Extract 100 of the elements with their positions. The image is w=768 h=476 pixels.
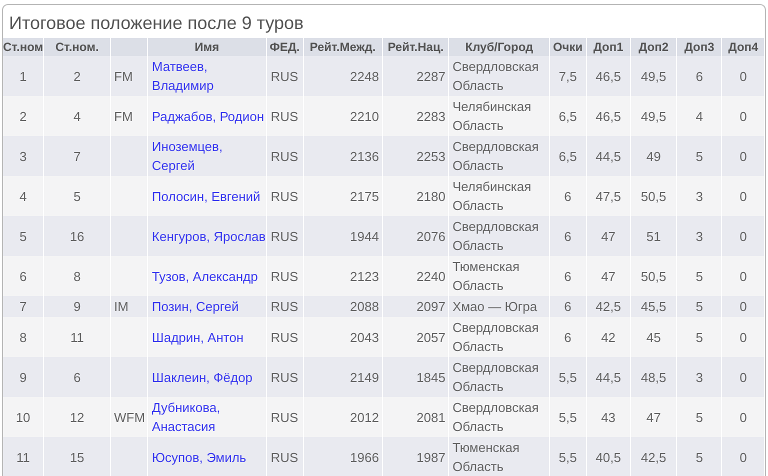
rating-cell-text: 2081 — [416, 408, 446, 426]
player-name-link[interactable]: Шадрин, Антон — [152, 328, 244, 346]
standings-title: Итоговое положение после 9 туров — [8, 12, 305, 35]
start-number-cell-text: 6 — [73, 368, 81, 386]
federation-cell-text: RUS — [270, 268, 298, 286]
tiebreak-cell-text: 44,5 — [596, 368, 621, 386]
tiebreak-cell-text: 46,5 — [596, 68, 621, 86]
tiebreak-cell-text: 47 — [646, 408, 661, 426]
player-name-link[interactable]: Тузов, Александр — [152, 266, 258, 286]
rank-cell-text: 7 — [19, 298, 27, 316]
tiebreak-cell-text: 51 — [646, 228, 661, 246]
column-header: Ст.ном. — [55, 40, 99, 54]
tiebreak-cell-text: 49,5 — [640, 68, 666, 86]
tiebreak-cell-text: 5 — [696, 328, 703, 346]
player-name-link[interactable]: Шаклеин, Фёдор — [152, 368, 253, 386]
tiebreak-cell-text: 47 — [601, 268, 616, 286]
points-cell-text: 6 — [564, 188, 572, 206]
column-header: Рейт.Межд. — [310, 40, 376, 54]
tiebreak-cell-text: 0 — [740, 68, 747, 86]
tiebreak-cell-text: 47 — [601, 228, 616, 246]
column-header: Доп3 — [684, 40, 714, 54]
start-number-cell-text: 15 — [70, 448, 84, 466]
tiebreak-cell-text: 42,5 — [640, 448, 666, 466]
federation-cell-text: RUS — [270, 448, 298, 466]
points-cell-text: 6,5 — [558, 108, 577, 126]
tiebreak-cell-text: 3 — [696, 368, 703, 386]
rank-cell-text: 11 — [16, 448, 30, 466]
rating-cell-text: 2057 — [416, 328, 446, 346]
tiebreak-cell-text: 48,5 — [640, 368, 666, 386]
start-number-cell-text: 12 — [70, 408, 84, 426]
player-name-link[interactable]: Раджабов, Родион — [152, 106, 264, 126]
tiebreak-cell-text: 5 — [696, 298, 703, 316]
tiebreak-cell-text: 0 — [740, 228, 747, 246]
federation-cell-text: RUS — [270, 298, 298, 316]
tiebreak-cell-text: 5 — [696, 148, 703, 166]
rank-cell-text: 5 — [19, 228, 27, 246]
column-header: Доп2 — [638, 40, 669, 54]
club-cell-text: Хмао — Югра — [452, 298, 538, 316]
club-cell-text: Свердловская Область — [452, 359, 540, 396]
club-cell-text: Тюменская Область — [452, 439, 521, 476]
rating-cell-text: 2123 — [350, 268, 379, 286]
rating-cell-text: 2076 — [416, 228, 446, 246]
column-header: Ст.ном — [3, 40, 44, 54]
rank-cell-text: 4 — [19, 188, 27, 206]
tiebreak-cell-text: 0 — [740, 328, 747, 346]
federation-cell-text: RUS — [270, 188, 298, 206]
points-cell-text: 6 — [564, 328, 572, 346]
rating-cell-text: 2088 — [350, 298, 379, 316]
rank-cell-text: 2 — [19, 108, 27, 126]
start-number-cell-text: 16 — [70, 228, 84, 246]
federation-cell-text: RUS — [270, 228, 298, 246]
tiebreak-cell-text: 0 — [740, 148, 747, 166]
tiebreak-cell-text: 46,5 — [596, 108, 621, 126]
player-name-link[interactable]: Полосин, Евгений — [152, 186, 260, 206]
column-header: Доп4 — [728, 40, 758, 54]
rating-cell-text: 2097 — [416, 298, 446, 316]
tiebreak-cell-text: 5 — [696, 268, 703, 286]
federation-cell-text: RUS — [270, 328, 298, 346]
points-cell-text: 7,5 — [558, 68, 577, 86]
points-cell-text: 6 — [564, 268, 572, 286]
tiebreak-cell-text: 0 — [740, 268, 747, 286]
tiebreak-cell-text: 4 — [696, 108, 703, 126]
points-cell-text: 6,5 — [558, 148, 577, 166]
club-cell-text: Свердловская Область — [452, 58, 540, 95]
rating-cell-text: 2175 — [350, 188, 379, 206]
tiebreak-cell-text: 42 — [601, 328, 616, 346]
tiebreak-cell-text: 40,5 — [596, 448, 621, 466]
club-cell-text: Свердловская Область — [452, 319, 540, 356]
column-header: ФЕД. — [270, 40, 300, 54]
tiebreak-cell-text: 49 — [646, 148, 661, 166]
player-name-link[interactable]: Иноземцев, Сергей — [152, 137, 266, 175]
player-name-link[interactable]: Позин, Сергей — [152, 297, 239, 316]
column-header: Очки — [552, 40, 583, 54]
title-cell-text: WFM — [114, 408, 146, 426]
tiebreak-cell-text: 0 — [740, 188, 747, 206]
title-cell-text: FM — [114, 68, 133, 86]
tiebreak-cell-text: 0 — [740, 108, 747, 126]
rank-cell-text: 3 — [19, 148, 27, 166]
start-number-cell-text: 2 — [73, 68, 81, 86]
rating-cell-text: 2253 — [416, 148, 446, 166]
rating-cell-text: 2240 — [416, 268, 446, 286]
rank-cell-text: 9 — [19, 368, 27, 386]
player-name-link[interactable]: Матвеев, Владимир — [152, 57, 266, 95]
rating-cell-text: 1966 — [350, 448, 379, 466]
title-cell-text: IM — [114, 298, 128, 316]
player-name-link[interactable]: Юсупов, Эмиль — [152, 448, 246, 466]
rating-cell-text: 1987 — [416, 448, 446, 466]
tiebreak-cell-text: 3 — [696, 188, 703, 206]
tiebreak-cell-text: 0 — [740, 298, 747, 316]
start-number-cell-text: 7 — [73, 148, 81, 166]
tiebreak-cell-text: 3 — [696, 228, 703, 246]
player-name-link[interactable]: Дубникова, Анастасия — [152, 398, 266, 436]
federation-cell-text: RUS — [270, 68, 298, 86]
tiebreak-cell-text: 42,5 — [596, 298, 621, 316]
start-number-cell-text: 5 — [73, 188, 81, 206]
player-name-link[interactable]: Кенгуров, Ярослав — [152, 226, 266, 246]
club-cell-text: Тюменская Область — [452, 258, 521, 295]
rating-cell-text: 2012 — [350, 408, 379, 426]
column-header: Рейт.Нац. — [388, 40, 444, 54]
rating-cell-text: 2287 — [416, 68, 446, 86]
